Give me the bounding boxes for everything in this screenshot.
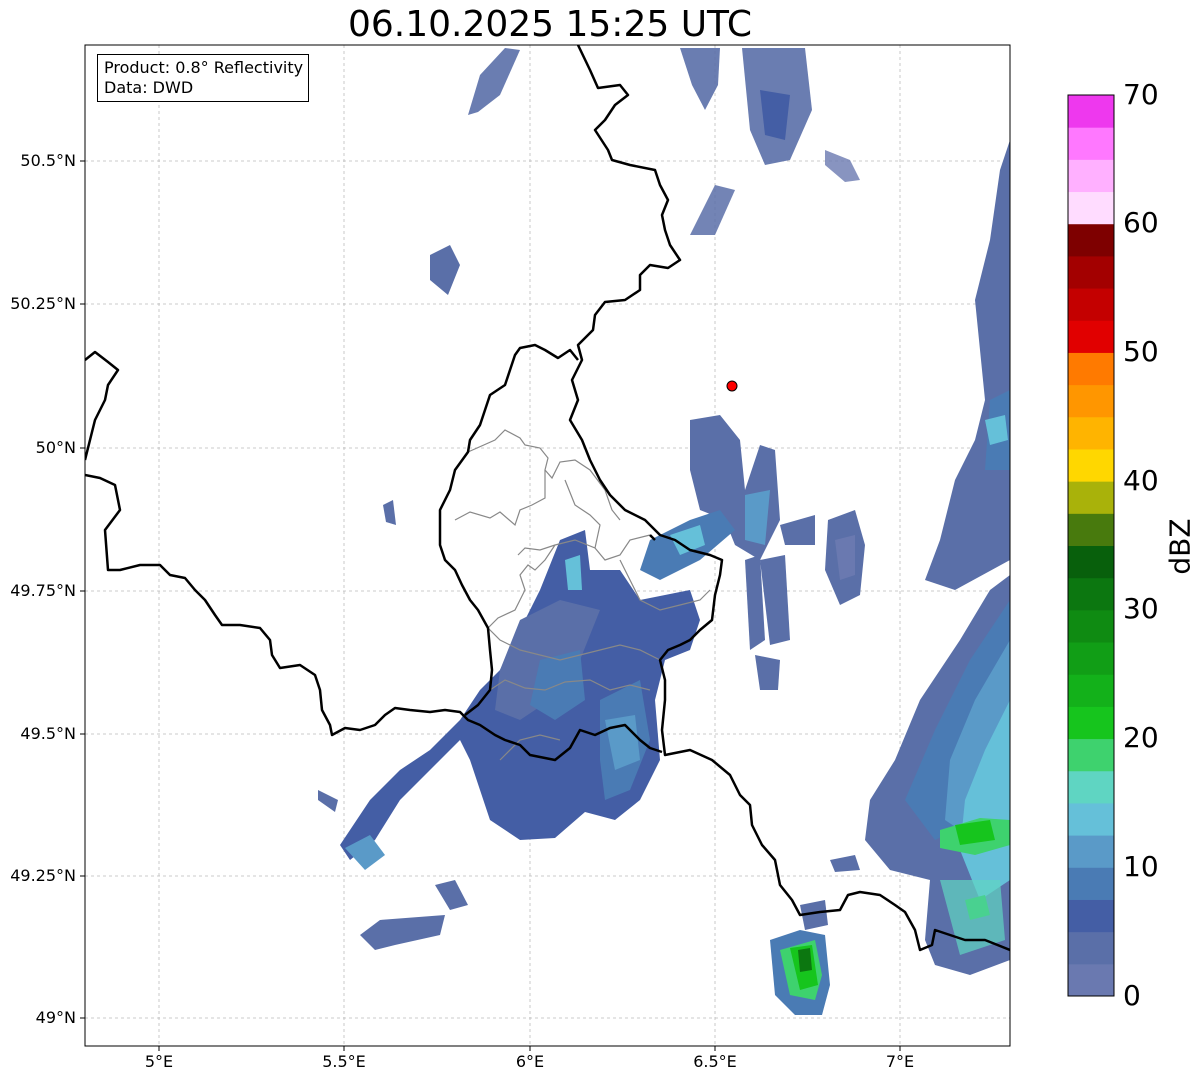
colorbar-segment <box>1068 577 1114 611</box>
colorbar-label: dBZ <box>1163 518 1197 575</box>
colorbar-segment <box>1068 867 1114 900</box>
y-tick-label: 50.5°N <box>20 151 76 170</box>
radar-map <box>80 44 1115 1051</box>
colorbar-segment <box>1068 642 1114 675</box>
colorbar-segment <box>1068 770 1114 804</box>
colorbar-tick-label: 60 <box>1123 206 1159 239</box>
y-tick-label: 49°N <box>35 1008 76 1027</box>
colorbar-segment <box>1068 255 1114 289</box>
colorbar-segment <box>1068 448 1114 482</box>
y-tick-label: 50°N <box>35 438 76 457</box>
radar-site-marker <box>726 380 738 392</box>
colorbar-segment <box>1068 706 1114 740</box>
colorbar-segment <box>1068 609 1114 643</box>
colorbar-segment <box>1068 963 1114 997</box>
data-source-label: Data: DWD <box>104 78 194 97</box>
colorbar-segment <box>1068 513 1114 546</box>
y-tick-label: 49.25°N <box>10 866 76 885</box>
x-tick-label: 6°E <box>515 1052 545 1071</box>
colorbar-segment <box>1068 191 1114 225</box>
colorbar-tick-label: 30 <box>1123 592 1159 625</box>
colorbar-segment <box>1068 320 1114 353</box>
colorbar-segment <box>1068 288 1114 321</box>
colorbar-segment <box>1068 674 1114 707</box>
y-tick-label: 49.5°N <box>20 724 76 743</box>
colorbar-segment <box>1068 899 1114 933</box>
colorbar-segment <box>1068 545 1114 579</box>
colorbar-segment <box>1068 223 1114 257</box>
colorbar-segment <box>1068 95 1114 128</box>
colorbar-segment <box>1068 159 1114 193</box>
y-tick-label: 50.25°N <box>10 294 76 313</box>
x-tick-label: 7°E <box>885 1052 915 1071</box>
product-label: Product: 0.8° Reflectivity <box>104 58 304 77</box>
colorbar-segment <box>1068 835 1114 868</box>
x-tick-label: 6.5°E <box>693 1052 737 1071</box>
colorbar-segment <box>1068 481 1114 514</box>
info-box: Product: 0.8° Reflectivity Data: DWD <box>97 54 310 102</box>
map-background <box>85 45 1010 1046</box>
colorbar-tick-label: 40 <box>1123 464 1159 497</box>
colorbar-segment <box>1068 384 1114 418</box>
x-tick-label: 5°E <box>144 1052 174 1071</box>
colorbar-tick-label: 70 <box>1123 78 1159 111</box>
colorbar-tick-label: 50 <box>1123 335 1159 368</box>
x-tick-label: 5.5°E <box>322 1052 366 1071</box>
colorbar-tick-label: 10 <box>1123 850 1159 883</box>
colorbar-segment <box>1068 931 1114 965</box>
colorbar-tick-label: 0 <box>1123 979 1141 1012</box>
y-tick-label: 49.75°N <box>10 581 76 600</box>
colorbar-segment <box>1068 416 1114 450</box>
colorbar-segment <box>1068 802 1114 836</box>
colorbar-tick-label: 20 <box>1123 721 1159 754</box>
colorbar-segment <box>1068 738 1114 772</box>
colorbar-segment <box>1068 352 1114 386</box>
colorbar-segment <box>1068 127 1114 160</box>
colorbar <box>1068 95 1114 997</box>
